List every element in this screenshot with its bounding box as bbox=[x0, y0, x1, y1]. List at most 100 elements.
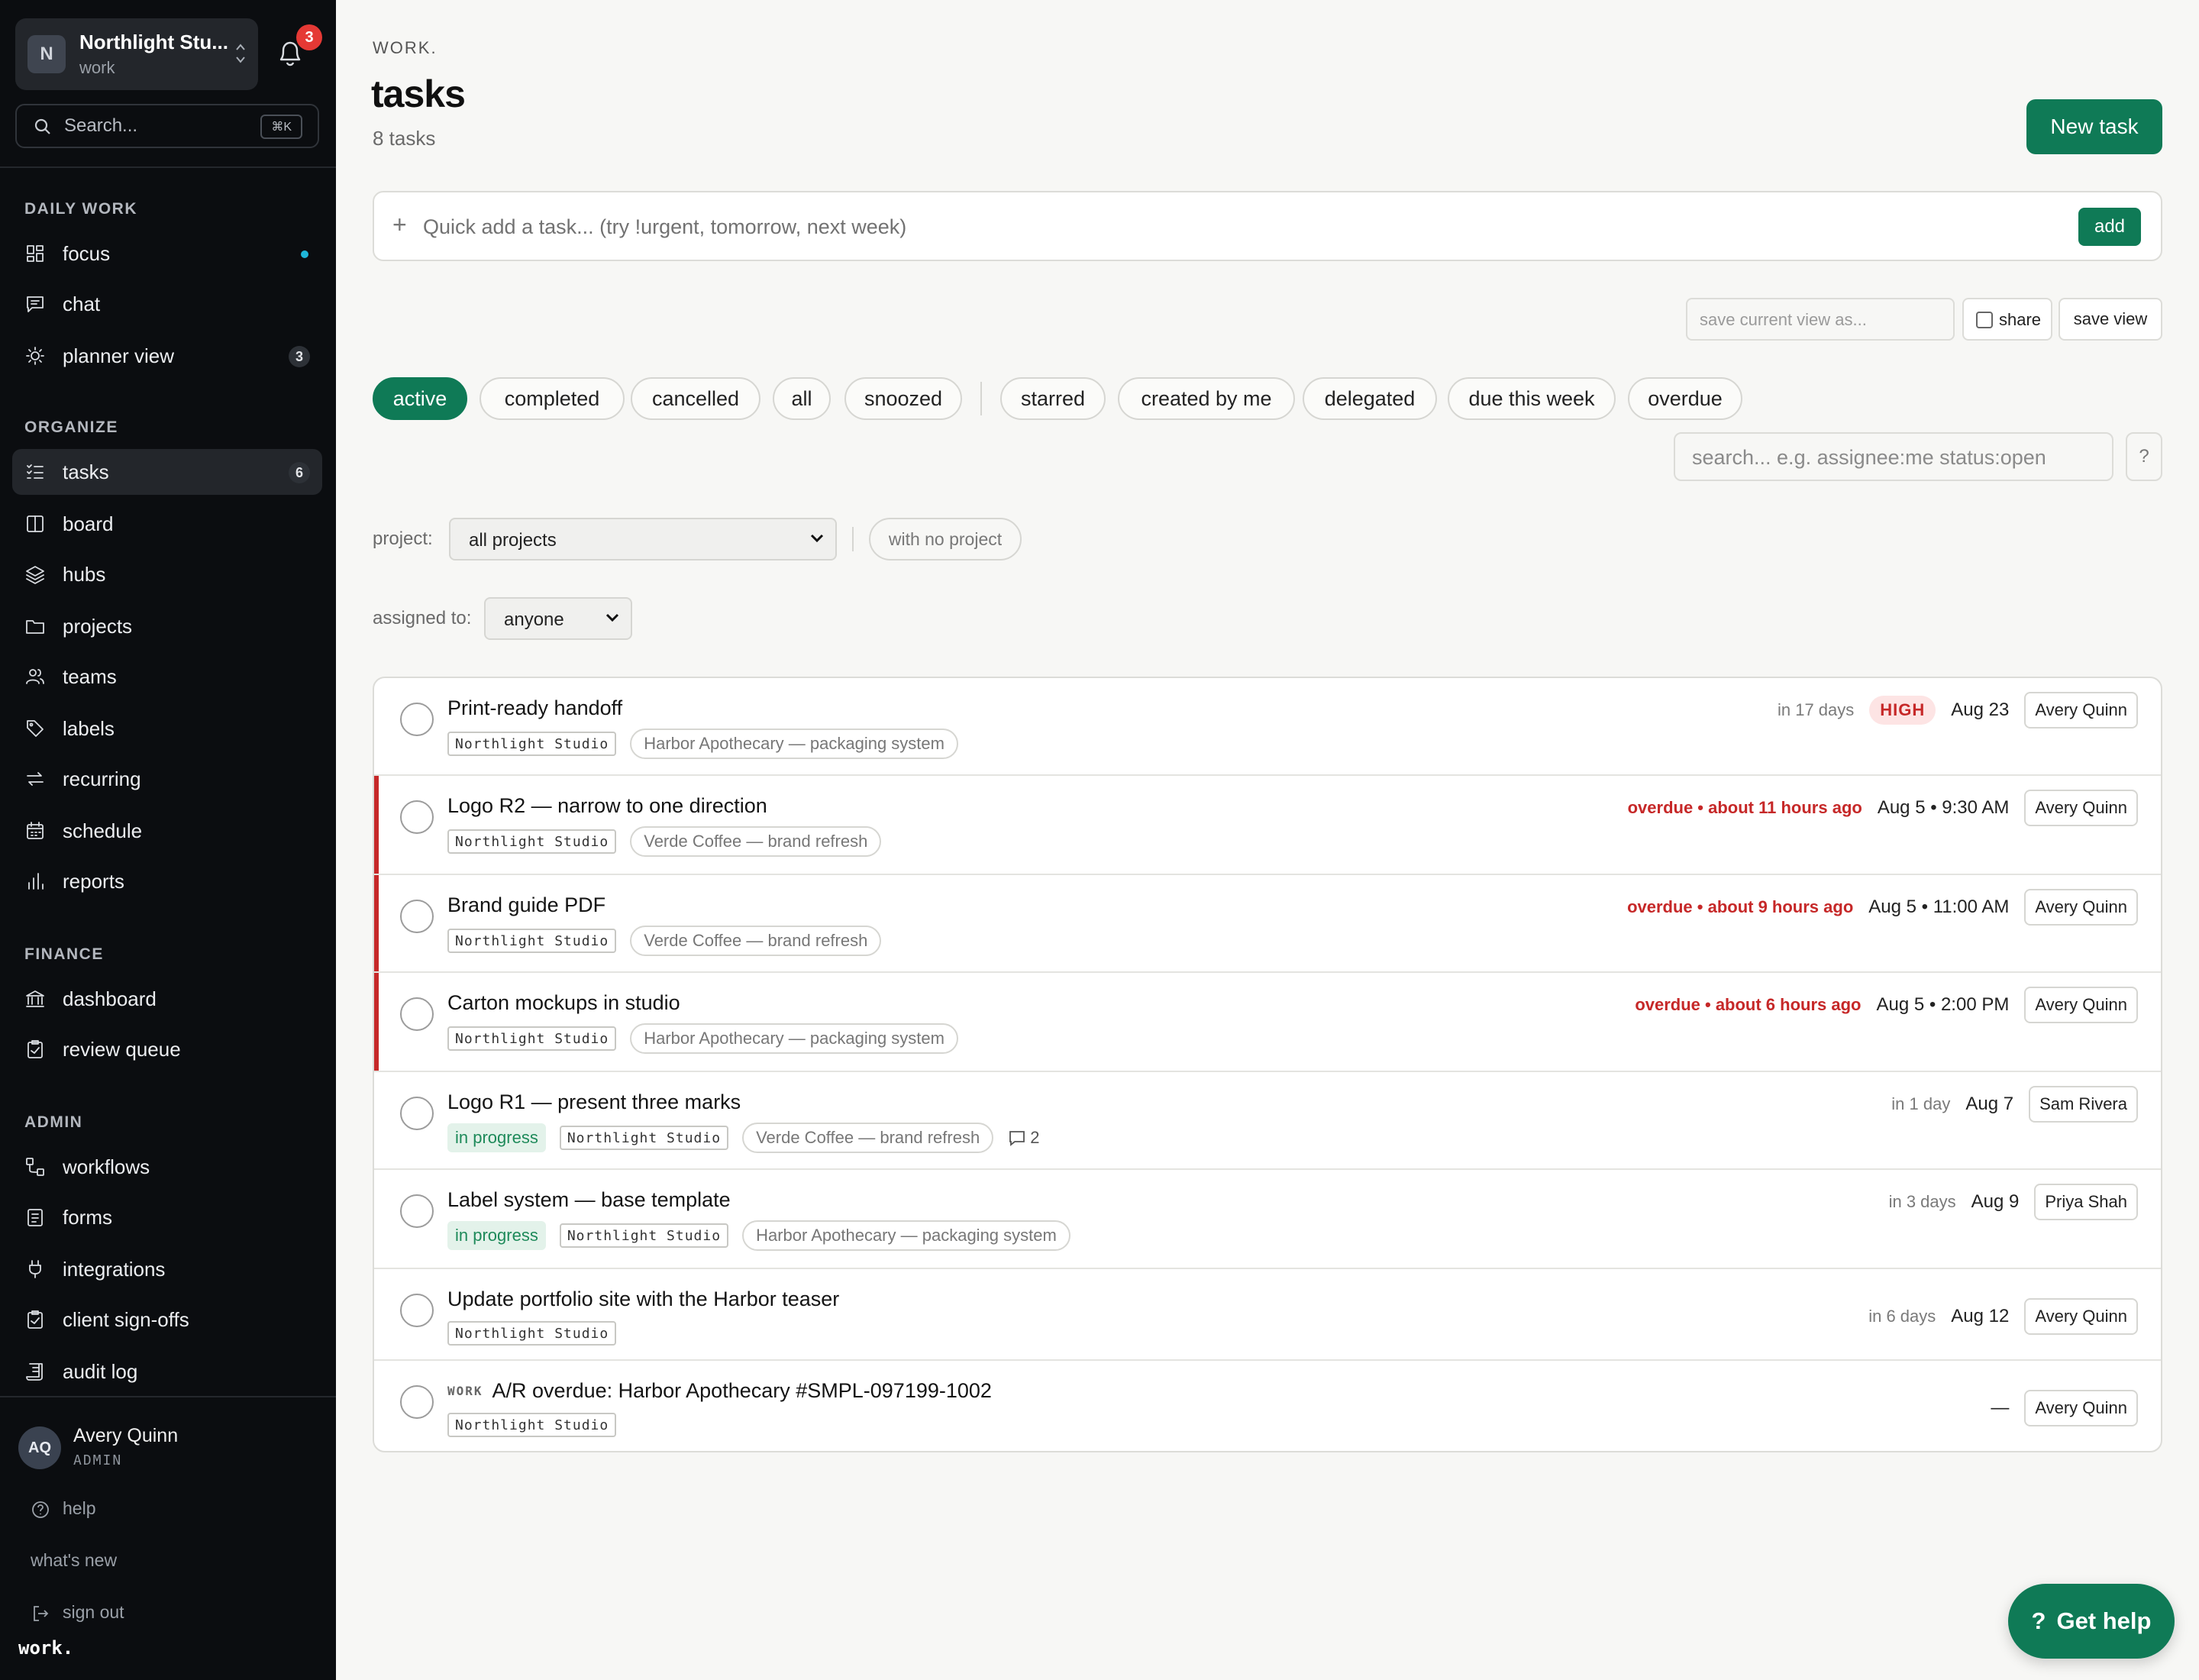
sidebar-item-workflows[interactable]: workflows bbox=[12, 1144, 322, 1190]
task-title[interactable]: Carton mockups in studio bbox=[447, 991, 680, 1015]
due-date[interactable]: Aug 5 • 11:00 AM bbox=[1868, 897, 2009, 918]
chip-snoozed[interactable]: snoozed bbox=[844, 377, 962, 420]
chip-all[interactable]: all bbox=[773, 377, 831, 420]
complete-checkbox[interactable] bbox=[400, 997, 434, 1031]
due-date[interactable]: Aug 5 • 2:00 PM bbox=[1877, 994, 2010, 1016]
new-task-button[interactable]: New task bbox=[2026, 99, 2162, 154]
share-toggle[interactable]: share bbox=[1962, 298, 2052, 341]
project-tag[interactable]: Harbor Apothecary — packaging system bbox=[742, 1220, 1070, 1251]
sidebar-item-client-signoffs[interactable]: client sign-offs bbox=[12, 1297, 322, 1342]
assignee-button[interactable]: Avery Quinn bbox=[2024, 1390, 2138, 1426]
save-view-button[interactable]: save view bbox=[2059, 298, 2162, 341]
task-row[interactable]: Logo R1 — present three marks in progress… bbox=[374, 1072, 2161, 1170]
sidebar-item-integrations[interactable]: integrations bbox=[12, 1246, 322, 1292]
due-date[interactable]: Aug 12 bbox=[1951, 1306, 2009, 1327]
task-row[interactable]: Logo R2 — narrow to one direction Northli… bbox=[374, 776, 2161, 875]
assignee-button[interactable]: Sam Rivera bbox=[2029, 1086, 2138, 1123]
sidebar-item-review-queue[interactable]: review queue bbox=[12, 1026, 322, 1072]
project-tag[interactable]: Verde Coffee — brand refresh bbox=[630, 826, 882, 857]
users-icon bbox=[24, 666, 46, 687]
due-date[interactable]: Aug 23 bbox=[1951, 699, 2009, 721]
query-search-input[interactable]: search... e.g. assignee:me status:open bbox=[1674, 432, 2113, 481]
assignee-select[interactable]: anyone bbox=[484, 597, 632, 640]
sidebar-item-tasks[interactable]: tasks 6 bbox=[12, 449, 322, 495]
task-row[interactable]: Brand guide PDF Northlight Studio Verde Co… bbox=[374, 875, 2161, 973]
complete-checkbox[interactable] bbox=[400, 1385, 434, 1419]
task-title[interactable]: Logo R2 — narrow to one direction bbox=[447, 794, 767, 818]
complete-checkbox[interactable] bbox=[400, 703, 434, 736]
assignee-button[interactable]: Avery Quinn bbox=[2024, 790, 2138, 826]
sidebar-item-chat[interactable]: chat bbox=[12, 281, 322, 327]
chip-active[interactable]: active bbox=[373, 377, 467, 420]
project-select[interactable]: all projects bbox=[449, 518, 837, 561]
chip-cancelled[interactable]: cancelled bbox=[631, 377, 760, 420]
assignee-button[interactable]: Avery Quinn bbox=[2024, 692, 2138, 729]
chip-overdue[interactable]: overdue bbox=[1628, 377, 1742, 420]
sidebar-item-reports[interactable]: reports bbox=[12, 858, 322, 904]
task-row[interactable]: Print-ready handoff Northlight Studio Harb… bbox=[374, 678, 2161, 776]
project-tag[interactable]: Harbor Apothecary — packaging system bbox=[630, 729, 958, 759]
chip-completed[interactable]: completed bbox=[480, 377, 625, 420]
complete-checkbox[interactable] bbox=[400, 1194, 434, 1228]
sidebar-search[interactable]: Search... ⌘K bbox=[15, 104, 319, 148]
complete-checkbox[interactable] bbox=[400, 1097, 434, 1130]
help-link[interactable]: help bbox=[31, 1498, 95, 1520]
chip-delegated[interactable]: delegated bbox=[1303, 377, 1437, 420]
quick-add-input[interactable]: + Quick add a task... (try !urgent, tomo… bbox=[373, 191, 2162, 261]
sidebar-item-recurring[interactable]: recurring bbox=[12, 756, 322, 802]
project-tag[interactable]: Verde Coffee — brand refresh bbox=[742, 1123, 994, 1153]
due-date[interactable]: — bbox=[1991, 1397, 2009, 1419]
task-row[interactable]: WORK A/R overdue: Harbor Apothecary #SMPL… bbox=[374, 1361, 2161, 1451]
chip-due-this-week[interactable]: due this week bbox=[1448, 377, 1616, 420]
complete-checkbox[interactable] bbox=[400, 900, 434, 933]
task-row[interactable]: Label system — base template in progress N… bbox=[374, 1170, 2161, 1269]
overdue-text: overdue • about 9 hours ago bbox=[1627, 897, 1854, 916]
sidebar-item-labels[interactable]: labels bbox=[12, 706, 322, 751]
task-title[interactable]: Label system — base template bbox=[447, 1188, 731, 1212]
due-date[interactable]: Aug 9 bbox=[1971, 1191, 2020, 1213]
task-row[interactable]: Carton mockups in studio Northlight Studi… bbox=[374, 973, 2161, 1072]
comment-count[interactable]: 2 bbox=[1007, 1128, 1039, 1148]
chip-created-by-me[interactable]: created by me bbox=[1118, 377, 1295, 420]
sidebar-item-focus[interactable]: focus bbox=[12, 231, 322, 276]
sidebar-item-forms[interactable]: forms bbox=[12, 1194, 322, 1240]
task-title[interactable]: Update portfolio site with the Harbor te… bbox=[447, 1287, 839, 1311]
no-project-chip[interactable]: with no project bbox=[869, 518, 1022, 561]
share-checkbox[interactable] bbox=[1976, 312, 1993, 328]
sidebar-item-projects[interactable]: projects bbox=[12, 603, 322, 649]
avatar[interactable]: AQ bbox=[18, 1426, 61, 1469]
assignee-button[interactable]: Avery Quinn bbox=[2024, 1298, 2138, 1335]
task-title[interactable]: WORK A/R overdue: Harbor Apothecary #SMPL… bbox=[447, 1379, 992, 1403]
task-title-text: A/R overdue: Harbor Apothecary #SMPL-097… bbox=[492, 1379, 992, 1402]
assignee-button[interactable]: Avery Quinn bbox=[2024, 889, 2138, 926]
sidebar-item-teams[interactable]: teams bbox=[12, 654, 322, 699]
task-title[interactable]: Brand guide PDF bbox=[447, 893, 605, 917]
relative-due: in 3 days bbox=[1888, 1192, 1956, 1211]
query-help-button[interactable]: ? bbox=[2126, 432, 2162, 481]
project-tag[interactable]: Verde Coffee — brand refresh bbox=[630, 926, 882, 956]
sidebar-item-audit-log[interactable]: audit log bbox=[12, 1349, 322, 1394]
task-row[interactable]: Update portfolio site with the Harbor te… bbox=[374, 1269, 2161, 1361]
task-title[interactable]: Logo R1 — present three marks bbox=[447, 1090, 741, 1114]
task-title[interactable]: Print-ready handoff bbox=[447, 696, 622, 720]
sidebar-item-schedule[interactable]: schedule bbox=[12, 808, 322, 854]
assignee-button[interactable]: Priya Shah bbox=[2034, 1184, 2138, 1220]
save-view-input[interactable]: save current view as... bbox=[1686, 298, 1955, 341]
assignee-button[interactable]: Avery Quinn bbox=[2024, 987, 2138, 1023]
project-tag[interactable]: Harbor Apothecary — packaging system bbox=[630, 1023, 958, 1054]
get-help-button[interactable]: ? Get help bbox=[2008, 1584, 2175, 1659]
whats-new-link[interactable]: what's new bbox=[31, 1550, 117, 1571]
complete-checkbox[interactable] bbox=[400, 1294, 434, 1327]
add-button[interactable]: add bbox=[2078, 208, 2141, 246]
sign-out-link[interactable]: sign out bbox=[31, 1602, 124, 1623]
bank-icon bbox=[24, 988, 46, 1010]
chip-starred[interactable]: starred bbox=[1000, 377, 1106, 420]
sidebar-item-board[interactable]: board bbox=[12, 501, 322, 547]
complete-checkbox[interactable] bbox=[400, 800, 434, 834]
workspace-switcher[interactable]: N Northlight Stu... work bbox=[15, 18, 258, 90]
sidebar-item-hubs[interactable]: hubs bbox=[12, 551, 322, 597]
sidebar-item-dashboard[interactable]: dashboard bbox=[12, 976, 322, 1022]
due-date[interactable]: Aug 5 • 9:30 AM bbox=[1878, 797, 2010, 819]
sidebar-item-planner[interactable]: planner view 3 bbox=[12, 333, 322, 379]
due-date[interactable]: Aug 7 bbox=[1965, 1094, 2013, 1115]
